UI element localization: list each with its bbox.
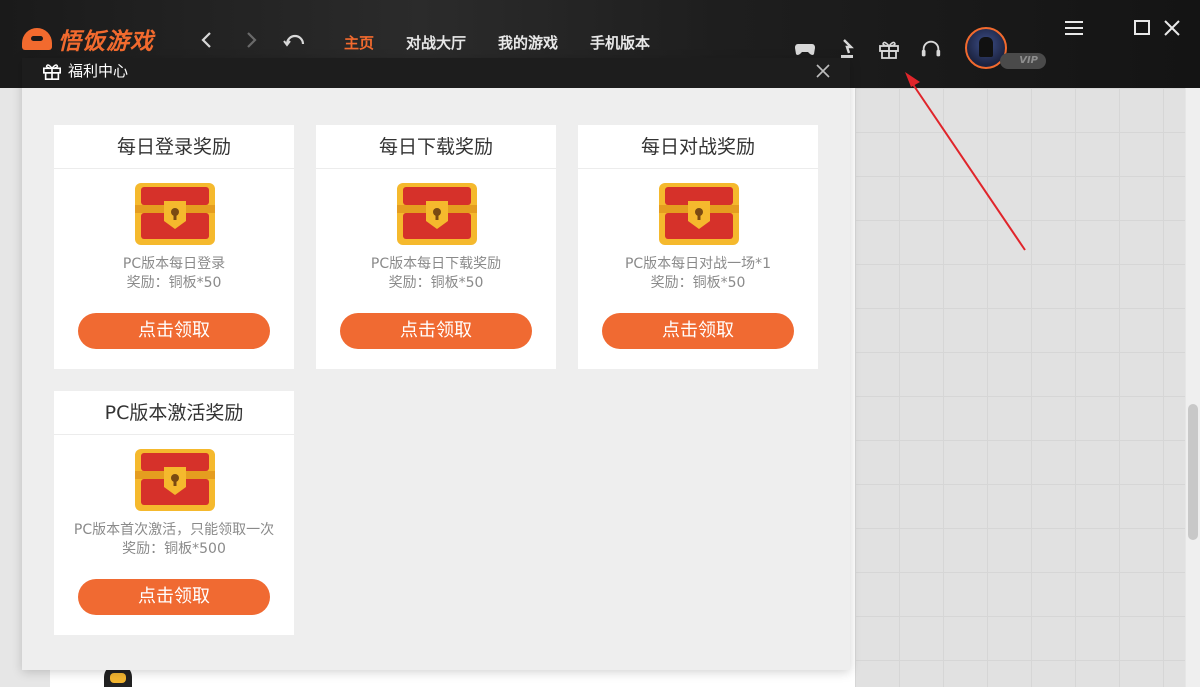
background-pattern [855,88,1185,687]
treasure-chest-icon [135,183,215,245]
vip-badge: VIP [1000,53,1046,69]
tab-mobile-version[interactable]: 手机版本 [590,32,650,53]
card-desc-reward: 奖励：铜板*50 [388,275,484,291]
tab-battle-hall[interactable]: 对战大厅 [406,32,466,53]
close-icon [816,64,830,78]
dialog-body: 每日登录奖励 PC版本每日登录 奖励：铜板*50 点击领取 每日下载奖励 PC版… [22,88,850,670]
main-tabs: 主页 对战大厅 我的游戏 手机版本 [344,32,650,53]
treasure-chest-icon [135,449,215,511]
refresh-button[interactable] [282,26,308,60]
dialog-title: 福利中心 [68,62,129,80]
tab-my-games[interactable]: 我的游戏 [498,32,558,53]
back-button[interactable] [198,26,214,60]
maximize-button[interactable] [1130,16,1154,40]
card-desc-line1: PC版本首次激活，只能领取一次 [73,522,275,538]
scrollbar-track[interactable] [1186,88,1200,687]
treasure-chest-icon [659,183,739,245]
forward-button[interactable] [244,26,260,60]
card-desc-line1: PC版本每日下载奖励 [370,256,502,272]
claim-button[interactable]: 点击领取 [78,313,270,349]
claim-button[interactable]: 点击领取 [340,313,532,349]
card-title: 每日对战奖励 [578,125,818,169]
refresh-icon [283,34,305,47]
tab-home[interactable]: 主页 [344,32,374,53]
claim-button[interactable]: 点击领取 [602,313,794,349]
card-desc-line1: PC版本每日对战一场*1 [624,256,772,272]
gift-icon [43,63,61,80]
card-title: 每日登录奖励 [54,125,294,169]
card-desc-reward: 奖励：铜板*500 [122,541,226,557]
card-description: PC版本每日登录 奖励：铜板*50 [54,255,294,293]
reward-card: PC版本激活奖励 PC版本首次激活，只能领取一次 奖励：铜板*500 点击领取 [54,391,294,635]
app-brand-name: 悟饭游戏 [58,29,154,55]
card-desc-line1: PC版本每日登录 [122,256,226,272]
card-title: PC版本激活奖励 [54,391,294,435]
reward-card: 每日登录奖励 PC版本每日登录 奖励：铜板*50 点击领取 [54,125,294,369]
dialog-header-bar: 福利中心 [22,58,850,88]
card-desc-reward: 奖励：铜板*50 [126,275,222,291]
hamburger-icon [1065,21,1083,35]
dialog-close-button[interactable] [814,62,832,80]
dialog-title-group: 福利中心 [42,60,128,81]
scrollbar-thumb[interactable] [1188,404,1198,540]
close-icon [1164,20,1180,36]
gamepad-icon[interactable] [794,38,816,60]
claim-button[interactable]: 点击领取 [78,579,270,615]
chevron-left-icon [201,32,211,48]
gift-icon[interactable] [878,38,900,60]
menu-button[interactable] [1062,16,1086,40]
headset-icon[interactable] [920,38,942,60]
reward-card: 每日对战奖励 PC版本每日对战一场*1 奖励：铜板*50 点击领取 [578,125,818,369]
maximize-icon [1134,20,1150,35]
download-icon[interactable] [836,38,858,60]
window-close-button[interactable] [1160,16,1184,40]
card-title: 每日下载奖励 [316,125,556,169]
card-description: PC版本首次激活，只能领取一次 奖励：铜板*500 [54,521,294,559]
toolbar-icons [794,38,942,60]
card-description: PC版本每日对战一场*1 奖励：铜板*50 [578,255,818,293]
reward-card: 每日下载奖励 PC版本每日下载奖励 奖励：铜板*50 点击领取 [316,125,556,369]
app-logo[interactable]: 悟饭游戏 [22,24,154,55]
chevron-right-icon [247,32,257,48]
logo-icon [22,28,52,50]
treasure-chest-icon [397,183,477,245]
card-desc-reward: 奖励：铜板*50 [650,275,746,291]
card-description: PC版本每日下载奖励 奖励：铜板*50 [316,255,556,293]
